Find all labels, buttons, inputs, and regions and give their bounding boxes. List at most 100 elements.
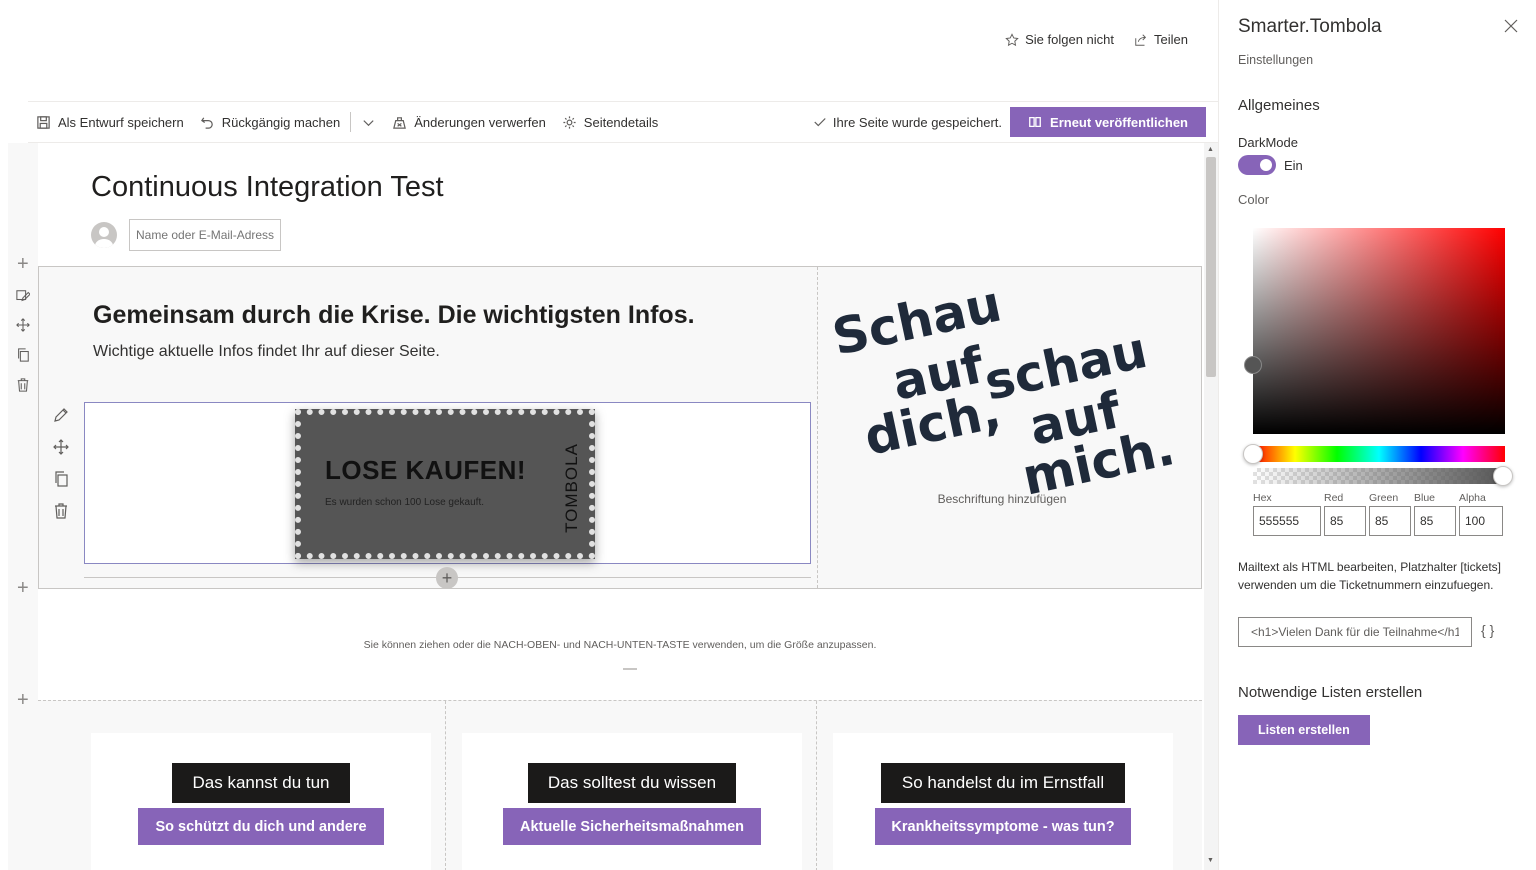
page-details-button[interactable]: Seitendetails [554,102,666,142]
undo-button[interactable]: Rückgängig machen [192,102,349,142]
gear-icon [563,115,576,129]
scroll-up-arrow-icon[interactable]: ▲ [1207,146,1215,154]
red-label: Red [1324,492,1344,504]
ticket-subtitle: Es wurden schon 100 Lose gekauft. [325,497,484,508]
ticket-side-label: TOMBOLA [561,435,583,541]
panel-subtitle: Einstellungen [1238,53,1314,67]
book-icon [1029,116,1041,128]
card-link-button[interactable]: Krankheitssymptome - was tun? [875,808,1131,845]
code-braces-icon[interactable]: { } [1481,622,1494,638]
save-draft-label: Als Entwurf speichern [58,114,184,130]
discard-label: Änderungen verwerfen [414,114,546,130]
follow-label: Sie folgen nicht [1025,32,1115,47]
follow-button[interactable]: Sie folgen nicht [1005,32,1114,47]
page-canvas: Continuous Integration Test Gemeinsam du… [38,143,1204,870]
page-title[interactable]: Continuous Integration Test [91,171,444,204]
card-title-button[interactable]: Das kannst du tun [172,763,350,803]
scrollbar-thumb[interactable] [1206,157,1216,377]
add-section-plus-icon[interactable]: + [17,578,31,598]
hue-slider[interactable] [1243,444,1505,464]
hue-slider-thumb[interactable] [1243,444,1263,464]
column-separator [445,701,446,870]
undo-menu-button[interactable] [353,102,384,142]
ticket-side-text: TOMBOLA [562,443,581,533]
duplicate-section-icon[interactable] [16,348,30,362]
share-icon [1135,33,1147,46]
save-draft-button[interactable]: Als Entwurf speichern [28,102,192,142]
section-2: Das kannst du tun So schützt du dich und… [38,700,1202,870]
alpha-slider[interactable] [1253,466,1513,486]
card-2: Das solltest du wissen Aktuelle Sicherhe… [462,733,802,870]
column-separator [817,267,818,588]
share-button[interactable]: Teilen [1134,32,1188,47]
page-details-label: Seitendetails [583,114,659,130]
blue-input[interactable] [1414,506,1456,536]
author-row [91,219,281,251]
section-subheading[interactable]: Wichtige aktuelle Infos findet Ihr auf d… [93,343,440,361]
undo-icon [200,116,213,129]
image-webpart[interactable]: Schau auf dich, schau auf mich. [827,275,1189,507]
green-label: Green [1369,492,1399,504]
pencil-icon[interactable] [53,407,69,423]
resize-hint: Sie können ziehen oder die NACH-OBEN- un… [363,639,877,651]
color-picker-thumb[interactable] [1244,356,1262,374]
save-status-text: Ihre Seite wurde gespeichert. [832,114,1003,130]
resize-handle[interactable] [623,668,637,670]
top-actions: Sie folgen nicht Teilen [1005,32,1188,47]
image-caption[interactable]: Beschriftung hinzufügen [829,492,1175,506]
property-pane: Smarter.Tombola Einstellungen Allgemeine… [1218,0,1536,870]
share-label: Teilen [1154,32,1188,47]
alpha-label: Alpha [1459,492,1486,504]
blue-label: Blue [1414,492,1436,504]
card-3: So handelst du im Ernstfall Krankheitssy… [833,733,1173,870]
scroll-down-arrow-icon[interactable]: ▼ [1207,857,1215,865]
card-link-button[interactable]: So schützt du dich und andere [138,808,384,845]
undo-label: Rückgängig machen [221,114,341,130]
edit-section-icon[interactable] [16,289,31,303]
checkmark-icon [814,118,826,127]
add-section-plus-icon[interactable]: + [17,690,31,710]
webpart-content: LOSE KAUFEN! Es wurden schon 100 Lose ge… [91,409,804,559]
darkmode-state: Ein [1284,158,1303,173]
delete-webpart-icon[interactable] [53,503,69,519]
discard-changes-button[interactable]: Änderungen verwerfen [384,102,554,142]
card-title-button[interactable]: So handelst du im Ernstfall [881,763,1125,803]
darkmode-toggle[interactable] [1238,155,1276,175]
author-input[interactable] [129,219,281,251]
create-lists-button[interactable]: Listen erstellen [1238,715,1370,745]
move-section-icon[interactable] [16,318,30,332]
move-webpart-icon[interactable] [53,439,69,455]
command-bar: Als Entwurf speichern Rückgängig machen … [28,101,1218,143]
green-input[interactable] [1369,506,1411,536]
section-1: Gemeinsam durch die Krise. Die wichtigst… [38,266,1202,589]
republish-button[interactable]: Erneut veröffentlichen [1010,107,1206,137]
add-section-plus-icon[interactable]: + [17,254,31,274]
save-icon [37,115,50,129]
chevron-down-icon [363,119,374,126]
separator [350,112,352,132]
avatar [91,222,117,248]
canvas-scrollbar[interactable]: ▲ ▼ [1204,143,1218,870]
card-link-button[interactable]: Aktuelle Sicherheitsmaßnahmen [503,808,761,845]
hex-input[interactable] [1253,506,1321,536]
delete-section-icon[interactable] [16,378,30,392]
section-toolbar: + + + [8,143,38,870]
hex-label: Hex [1253,492,1272,504]
save-status: Ihre Seite wurde gespeichert. [813,115,1010,130]
duplicate-webpart-icon[interactable] [53,471,69,487]
card-title-button[interactable]: Das solltest du wissen [528,763,736,803]
close-icon[interactable] [1503,18,1519,34]
card-1: Das kannst du tun So schützt du dich und… [91,733,431,870]
tombola-ticket[interactable]: LOSE KAUFEN! Es wurden schon 100 Lose ge… [295,409,595,559]
section-heading[interactable]: Gemeinsam durch die Krise. Die wichtigst… [93,301,695,330]
column-separator [816,701,817,870]
tombola-webpart[interactable]: LOSE KAUFEN! Es wurden schon 100 Lose ge… [84,402,811,564]
color-saturation-area[interactable] [1244,228,1505,434]
alpha-slider-thumb[interactable] [1493,466,1513,486]
add-webpart-plus-icon[interactable]: + [436,567,458,589]
alpha-input[interactable] [1459,506,1503,536]
darkmode-label: DarkMode [1238,135,1298,150]
mail-html-input[interactable] [1238,617,1472,647]
red-input[interactable] [1324,506,1366,536]
mail-description: Mailtext als HTML bearbeiten, Platzhalte… [1238,560,1501,592]
